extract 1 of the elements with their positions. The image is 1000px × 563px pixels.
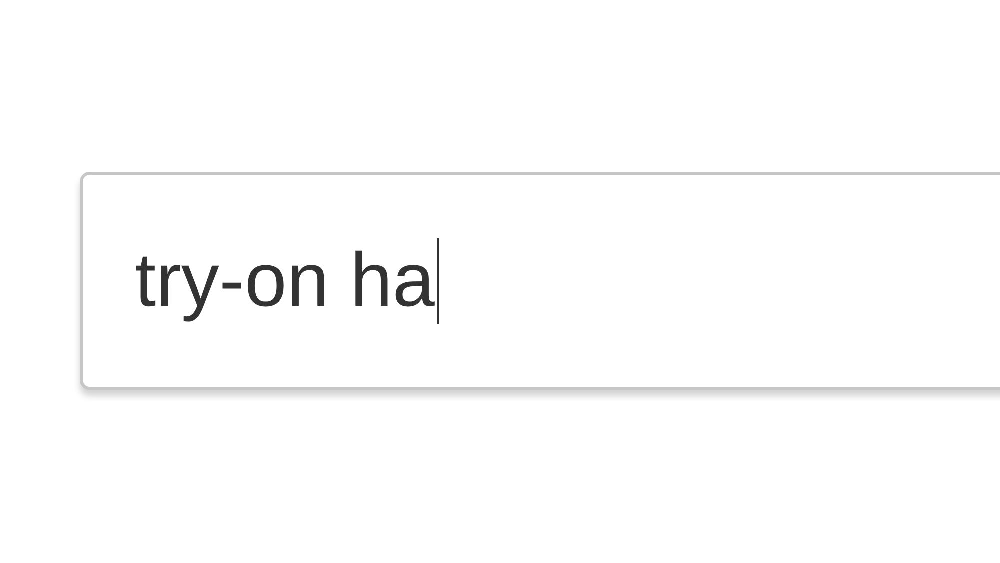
search-field[interactable]: try-on ha [80,172,1000,390]
